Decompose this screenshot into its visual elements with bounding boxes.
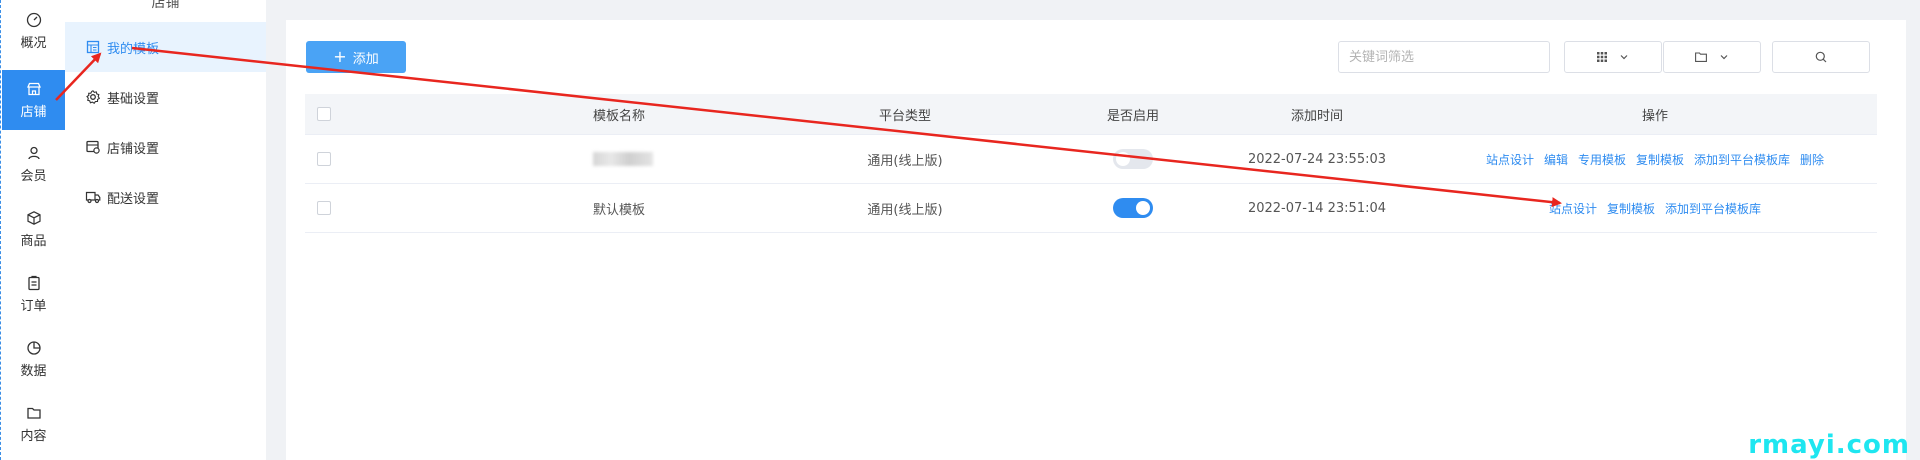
row-platform-type: 通用(线上版) bbox=[867, 202, 943, 218]
box-icon bbox=[26, 210, 41, 225]
submenu-title: 店铺 bbox=[151, 0, 180, 11]
dedicated-template-link[interactable]: 专用模板 bbox=[1578, 151, 1626, 168]
redacted-template-name bbox=[593, 152, 653, 166]
store-submenu: 店铺 我的模板 基础设置 店铺设置 配送设置 bbox=[65, 0, 266, 460]
nav-item-orders[interactable]: 订单 bbox=[2, 264, 65, 324]
search-button[interactable] bbox=[1772, 41, 1870, 73]
template-icon bbox=[86, 40, 100, 54]
folder-dropdown[interactable] bbox=[1663, 41, 1761, 73]
add-to-platform-library-link[interactable]: 添加到平台模板库 bbox=[1665, 200, 1761, 217]
user-icon bbox=[27, 146, 40, 159]
nav-item-label: 订单 bbox=[20, 298, 47, 314]
enable-toggle[interactable] bbox=[1113, 198, 1153, 218]
search-icon bbox=[1815, 51, 1827, 63]
grid-view-dropdown[interactable] bbox=[1564, 41, 1662, 73]
copy-template-link[interactable]: 复制模板 bbox=[1636, 151, 1684, 168]
grid-icon bbox=[1597, 52, 1607, 62]
row-added-time: 2022-07-14 23:51:04 bbox=[1247, 200, 1387, 216]
truck-icon bbox=[85, 191, 101, 204]
row-operations: 站点设计 编辑 专用模板 复制模板 添加到平台模板库 删除 bbox=[1433, 151, 1877, 168]
gear-icon bbox=[86, 90, 101, 104]
nav-item-label: 商品 bbox=[20, 233, 47, 249]
pie-chart-icon bbox=[26, 340, 41, 355]
header-operations: 操作 bbox=[1641, 108, 1668, 124]
submenu-item-basic-settings[interactable]: 基础设置 bbox=[65, 72, 266, 122]
submenu-item-delivery-settings[interactable]: 配送设置 bbox=[65, 172, 266, 222]
nav-item-label: 数据 bbox=[20, 363, 47, 379]
site-design-link[interactable]: 站点设计 bbox=[1549, 200, 1597, 217]
submenu-item-label: 我的模板 bbox=[107, 41, 160, 57]
main-panel: + 添加 模板名称 平台类型 是否启用 添加时间 操作 通用(线上版) 202 bbox=[286, 20, 1906, 460]
nav-item-label: 概况 bbox=[20, 35, 47, 51]
template-table: 模板名称 平台类型 是否启用 添加时间 操作 通用(线上版) 2022-07-2… bbox=[305, 94, 1877, 233]
row-checkbox[interactable] bbox=[317, 201, 331, 215]
submenu-item-label: 基础设置 bbox=[107, 91, 160, 107]
table-header: 模板名称 平台类型 是否启用 添加时间 操作 bbox=[305, 94, 1877, 135]
row-template-name: 默认模板 bbox=[593, 202, 646, 218]
nav-item-label: 内容 bbox=[20, 428, 47, 444]
store-icon bbox=[26, 82, 41, 95]
row-operations: 站点设计 复制模板 添加到平台模板库 bbox=[1433, 200, 1877, 217]
add-to-platform-library-link[interactable]: 添加到平台模板库 bbox=[1694, 151, 1790, 168]
chevron-down-icon bbox=[1720, 55, 1728, 60]
enable-toggle[interactable] bbox=[1113, 149, 1153, 169]
keyword-filter-input[interactable] bbox=[1338, 41, 1550, 73]
nav-item-overview[interactable]: 概况 bbox=[2, 1, 65, 61]
add-button-label: 添加 bbox=[352, 51, 379, 67]
add-template-button[interactable]: + 添加 bbox=[306, 41, 406, 73]
folder-icon bbox=[26, 407, 41, 419]
submenu-item-store-settings[interactable]: 店铺设置 bbox=[65, 122, 266, 172]
nav-item-label: 店铺 bbox=[20, 104, 47, 120]
nav-item-content[interactable]: 内容 bbox=[2, 394, 65, 454]
chevron-down-icon bbox=[1620, 55, 1628, 60]
edit-link[interactable]: 编辑 bbox=[1544, 151, 1568, 168]
header-template-name: 模板名称 bbox=[593, 108, 646, 124]
nav-item-label: 会员 bbox=[20, 168, 47, 184]
nav-item-store[interactable]: 店铺 bbox=[2, 70, 65, 130]
row-checkbox[interactable] bbox=[317, 152, 331, 166]
delete-link[interactable]: 删除 bbox=[1800, 151, 1824, 168]
dashboard-icon bbox=[26, 12, 41, 27]
shop-settings-icon bbox=[86, 140, 100, 154]
nav-item-data[interactable]: 数据 bbox=[2, 329, 65, 389]
plus-icon: + bbox=[333, 47, 347, 66]
row-added-time: 2022-07-24 23:55:03 bbox=[1247, 151, 1387, 167]
header-added-time: 添加时间 bbox=[1290, 108, 1343, 124]
table-row: 通用(线上版) 2022-07-24 23:55:03 站点设计 编辑 专用模板… bbox=[305, 135, 1877, 184]
nav-item-members[interactable]: 会员 bbox=[2, 134, 65, 194]
clipboard-icon bbox=[27, 275, 40, 290]
submenu-item-label: 店铺设置 bbox=[107, 141, 160, 157]
copy-template-link[interactable]: 复制模板 bbox=[1607, 200, 1655, 217]
folder-icon bbox=[1695, 52, 1707, 62]
watermark: rmayi.com bbox=[1748, 430, 1910, 460]
nav-item-products[interactable]: 商品 bbox=[2, 199, 65, 259]
header-platform-type: 平台类型 bbox=[878, 108, 931, 124]
submenu-item-label: 配送设置 bbox=[107, 191, 160, 207]
primary-nav-rail: 概况 店铺 会员 商品 订单 数据 内容 bbox=[0, 0, 67, 460]
header-enabled: 是否启用 bbox=[1106, 108, 1159, 124]
row-platform-type: 通用(线上版) bbox=[867, 153, 943, 169]
select-all-checkbox[interactable] bbox=[317, 107, 331, 121]
site-design-link[interactable]: 站点设计 bbox=[1486, 151, 1534, 168]
table-row: 默认模板 通用(线上版) 2022-07-14 23:51:04 站点设计 复制… bbox=[305, 184, 1877, 233]
submenu-item-my-templates[interactable]: 我的模板 bbox=[65, 22, 266, 72]
